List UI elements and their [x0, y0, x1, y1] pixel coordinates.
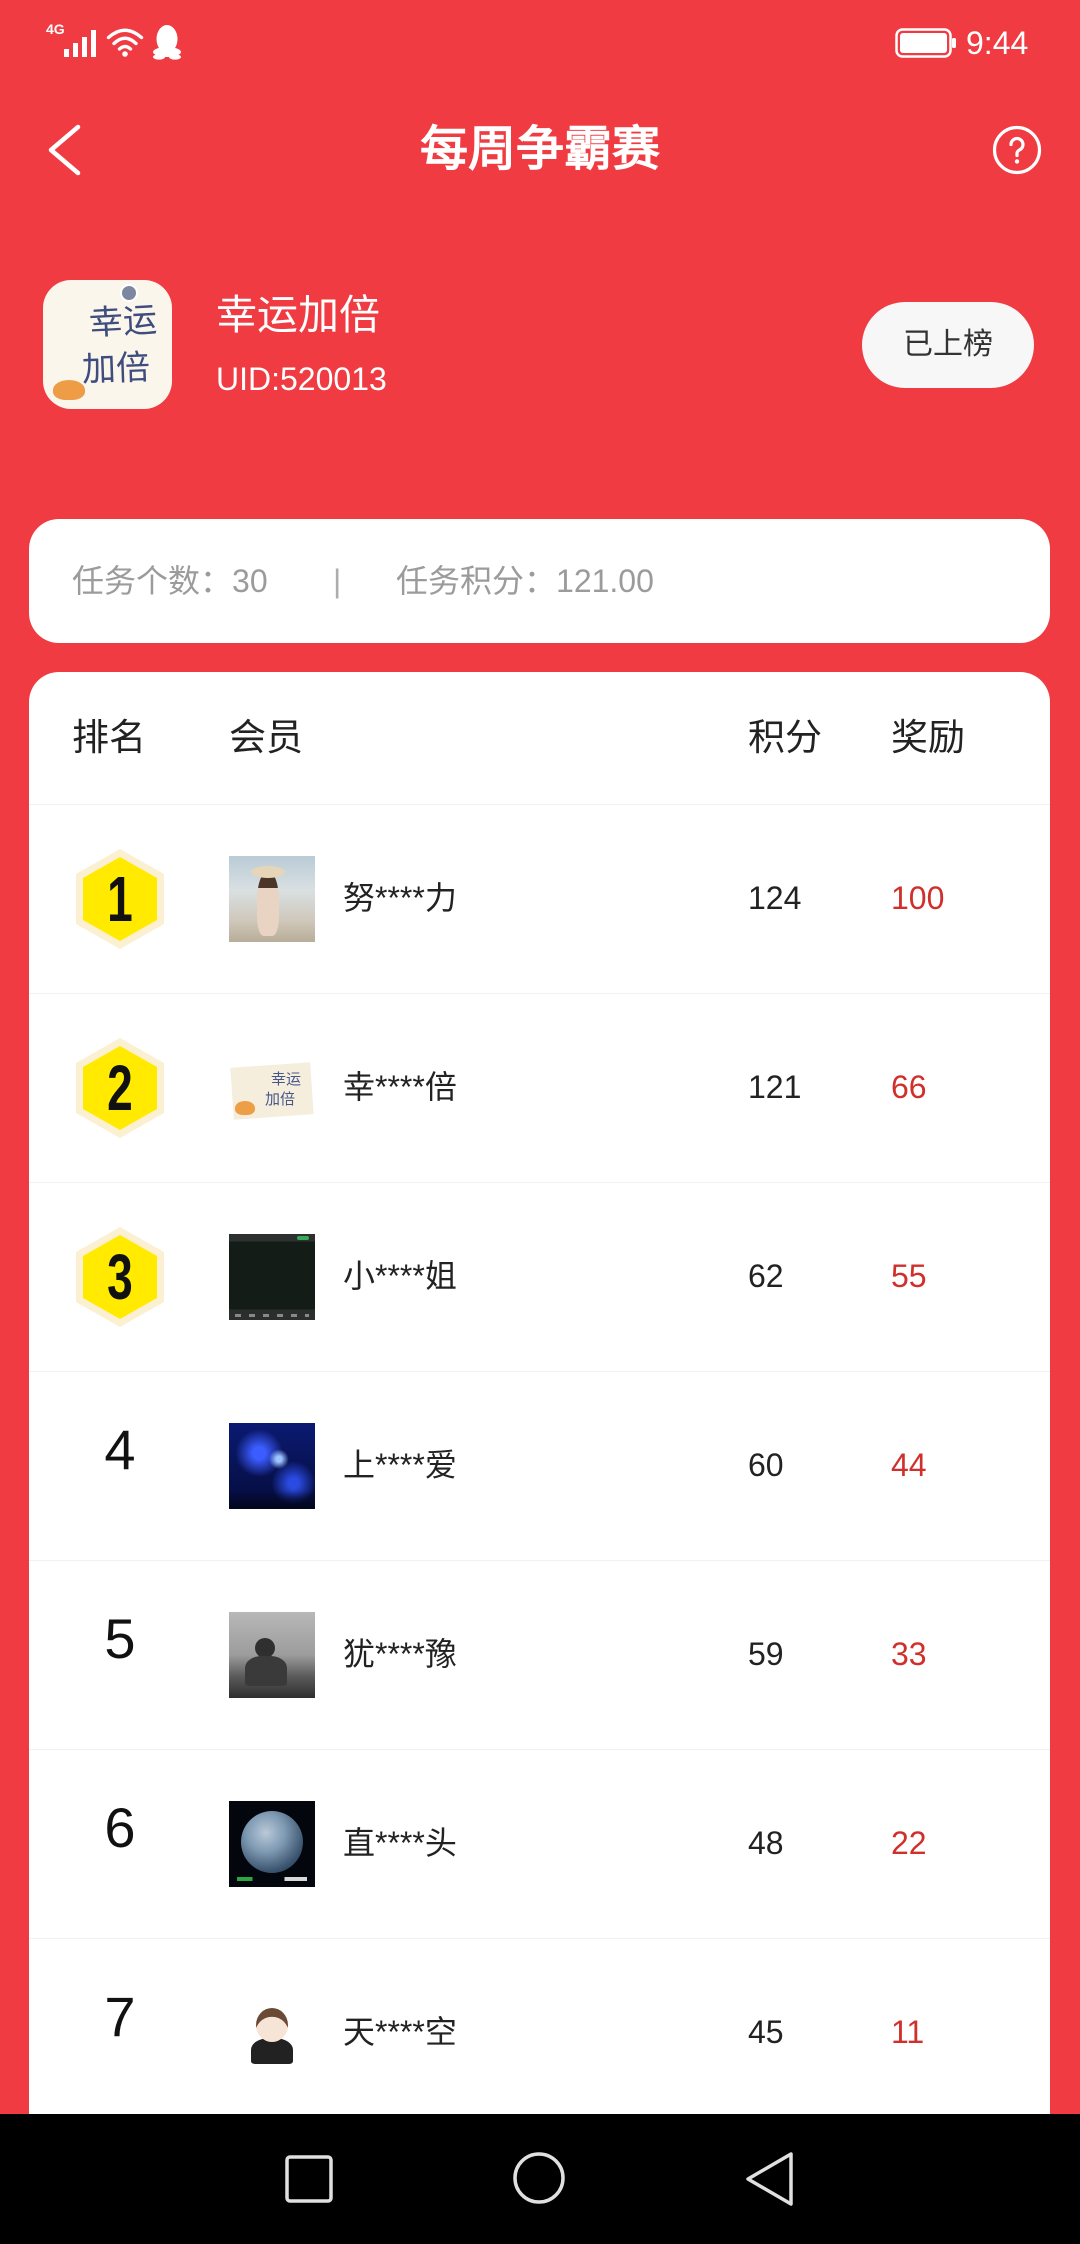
member-score: 45	[748, 2014, 784, 2050]
member-name: 直****头	[343, 1825, 457, 1861]
system-nav-bar	[0, 2114, 1080, 2244]
column-header-reward: 奖励	[891, 717, 965, 758]
leaderboard-row: 4 上****爱 60 44	[29, 1371, 1050, 1560]
member-name: 小****姐	[343, 1258, 457, 1294]
member-reward: 100	[891, 880, 945, 916]
column-header-rank: 排名	[72, 717, 146, 758]
member-reward: 22	[891, 1825, 927, 1861]
member-avatar	[229, 1234, 315, 1320]
column-header-member: 会员	[229, 717, 303, 758]
back-icon[interactable]	[744, 2150, 796, 2208]
leaderboard-row: 2 幸运 加倍 幸****倍 121 66	[29, 993, 1050, 1182]
task-points-label: 任务积分：	[396, 563, 557, 599]
rank-number: 5	[104, 1607, 136, 1670]
status-bar: 4G 9:44	[0, 0, 1080, 80]
member-score: 121	[748, 1069, 802, 1105]
member-name: 努****力	[343, 880, 457, 916]
member-name: 天****空	[343, 2014, 457, 2050]
member-reward: 66	[891, 1069, 927, 1105]
task-count-label: 任务个数：	[72, 563, 233, 599]
home-icon[interactable]	[511, 2150, 567, 2206]
member-score: 124	[748, 880, 802, 916]
member-score: 59	[748, 1636, 784, 1672]
rank-cell: 6	[29, 1750, 211, 1938]
rank-cell: 1	[29, 805, 211, 993]
avatar-lettering: 加倍	[81, 348, 151, 390]
member-score: 60	[748, 1447, 784, 1483]
rank-cell: 4	[29, 1372, 211, 1560]
member-avatar: 幸运 加倍	[229, 1045, 315, 1131]
member-reward: 55	[891, 1258, 927, 1294]
rank-number: 6	[104, 1796, 136, 1859]
avatar-lettering: 幸运	[88, 301, 158, 343]
rank-cell: 5	[29, 1561, 211, 1749]
member-reward: 44	[891, 1447, 927, 1483]
leaderboard-row: 7 天****空 45 11	[29, 1938, 1050, 2127]
signal-icon	[64, 30, 96, 57]
member-name: 犹****豫	[343, 1636, 457, 1672]
member-avatar	[229, 856, 315, 942]
member-name: 幸****倍	[343, 1069, 457, 1105]
member-avatar	[229, 1801, 315, 1887]
leaderboard-row: 6 直****头 48 22	[29, 1749, 1050, 1938]
rank-number: 4	[104, 1418, 136, 1481]
leaderboard-row: 3 小****姐 62 55	[29, 1182, 1050, 1371]
user-uid: UID:520013	[216, 361, 387, 397]
wifi-icon	[106, 28, 144, 57]
page-title: 每周争霸赛	[419, 123, 660, 176]
user-name: 幸运加倍	[216, 292, 380, 338]
member-name: 上****爱	[343, 1447, 457, 1483]
member-reward: 33	[891, 1636, 927, 1672]
leaderboard-row: 1 努****力 124 100	[29, 804, 1050, 993]
task-points-stat: 任务积分：121.00	[396, 519, 654, 643]
stats-separator: |	[333, 563, 342, 599]
network-type-label: 4G	[46, 21, 65, 37]
member-reward: 11	[891, 2014, 925, 2050]
rank-number: 1	[107, 863, 133, 935]
rank-number: 3	[107, 1241, 133, 1313]
member-avatar	[229, 1990, 315, 2076]
task-stats-card: 任务个数：30 | 任务积分：121.00	[29, 519, 1050, 643]
member-avatar	[229, 1423, 315, 1509]
leaderboard-header: 排名 会员 积分 奖励	[29, 672, 1050, 804]
rank-cell: 7	[29, 1939, 211, 2127]
member-avatar	[229, 1612, 315, 1698]
clock-time: 9:44	[966, 25, 1029, 61]
user-avatar: 幸运 加倍	[43, 280, 172, 409]
rank-number: 2	[107, 1052, 133, 1124]
member-score: 48	[748, 1825, 784, 1861]
help-icon[interactable]	[991, 124, 1043, 176]
ranked-status-button[interactable]: 已上榜	[862, 302, 1034, 388]
avatar-lettering: 加倍	[265, 1091, 296, 1108]
recent-apps-icon[interactable]	[283, 2153, 335, 2205]
task-count-stat: 任务个数：30	[72, 519, 268, 643]
task-count-value: 30	[232, 563, 268, 599]
leaderboard-row: 5 犹****豫 59 33	[29, 1560, 1050, 1749]
rank-number: 7	[104, 1985, 136, 2048]
battery-icon	[895, 28, 956, 58]
leaderboard-card: 排名 会员 积分 奖励 1 努****力 124 100 2 幸运 加倍 幸**…	[29, 672, 1050, 2244]
column-header-score: 积分	[748, 717, 822, 758]
rank-cell: 3	[29, 1183, 211, 1371]
avatar-lettering: 幸运	[271, 1071, 302, 1088]
rank-cell: 2	[29, 994, 211, 1182]
member-score: 62	[748, 1258, 784, 1294]
qq-icon	[153, 25, 181, 60]
task-points-value: 121.00	[556, 563, 654, 599]
back-arrow-icon[interactable]	[44, 124, 84, 176]
